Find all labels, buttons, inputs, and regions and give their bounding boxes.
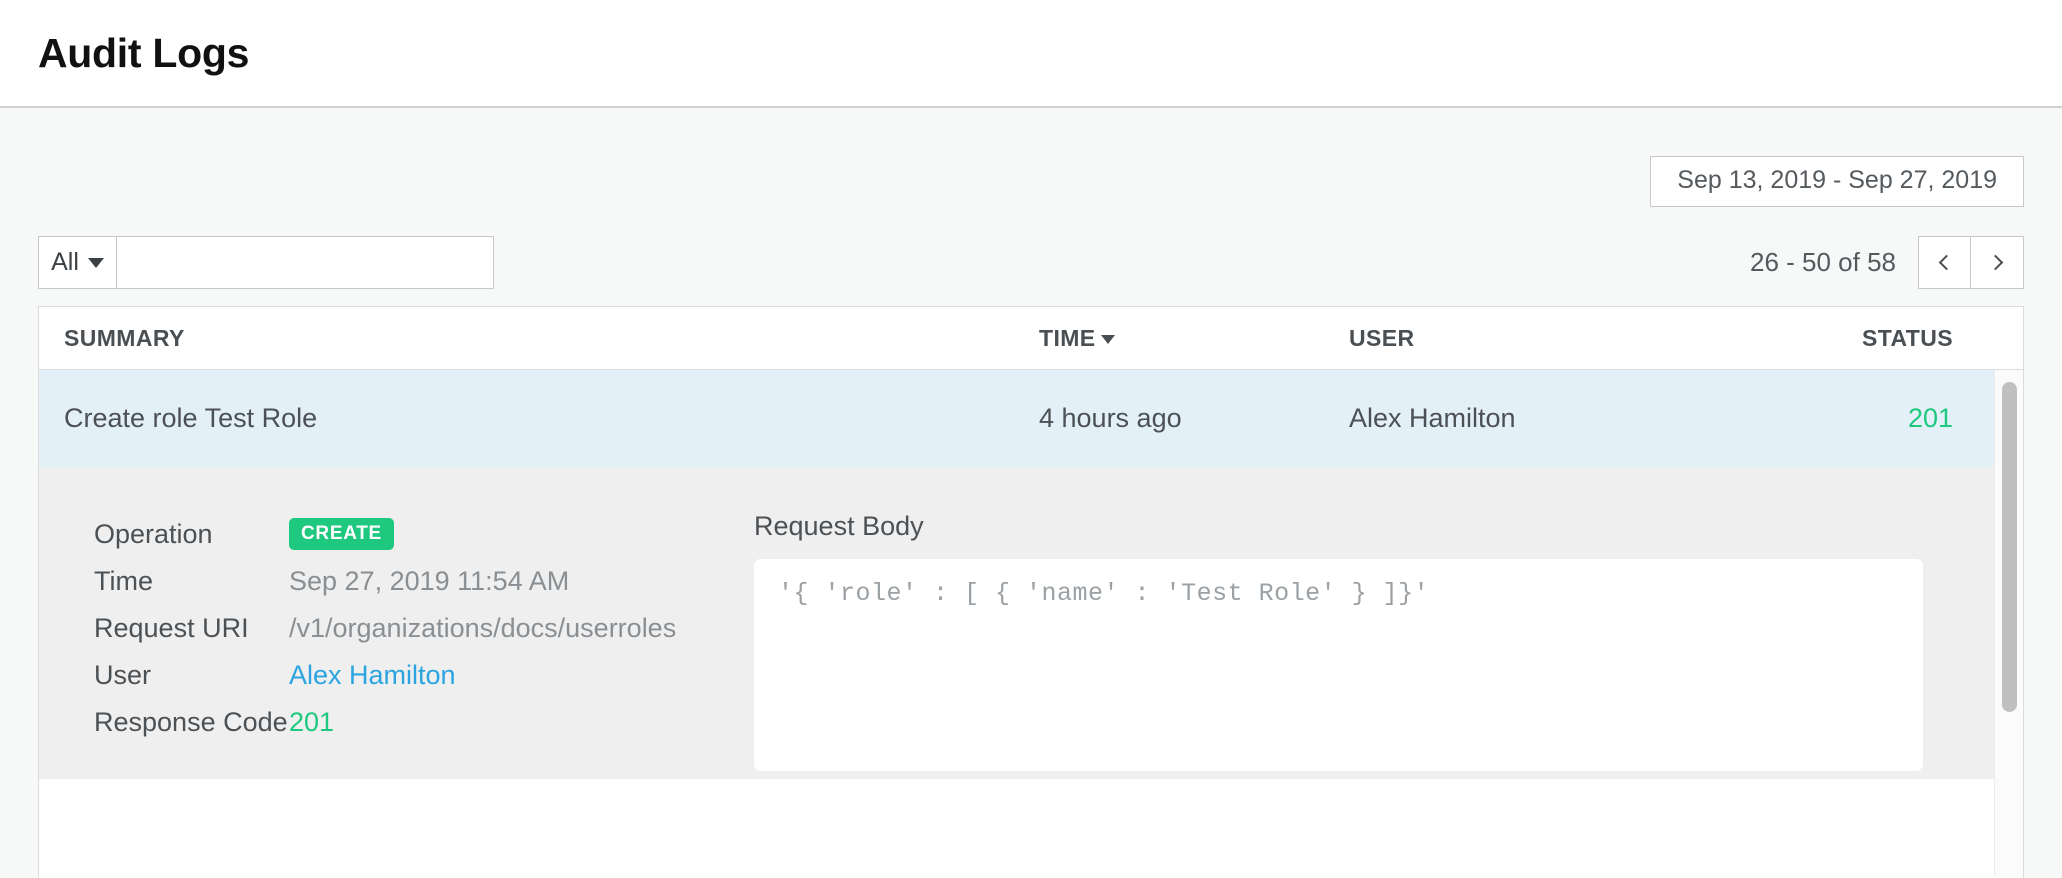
- request-body-label: Request Body: [754, 511, 1923, 542]
- detail-field-request-uri: Request URI /v1/organizations/docs/userr…: [94, 605, 754, 651]
- detail-value-request-uri: /v1/organizations/docs/userroles: [289, 613, 676, 644]
- detail-value-response-code: 201: [289, 707, 334, 738]
- table-row[interactable]: Create role Test Role 4 hours ago Alex H…: [39, 370, 2023, 467]
- row-status: 201: [1649, 403, 2023, 434]
- date-range-picker[interactable]: Sep 13, 2019 - Sep 27, 2019: [1650, 156, 2024, 207]
- page-title: Audit Logs: [38, 30, 249, 77]
- column-header-time[interactable]: TIME: [1039, 325, 1349, 352]
- pagination-range-label: 26 - 50 of 58: [1750, 247, 1896, 278]
- request-body-content: '{ 'role' : [ { 'name' : 'Test Role' } ]…: [754, 559, 1923, 771]
- detail-field-response-code: Response Code 201: [94, 699, 754, 745]
- detail-value-user-link[interactable]: Alex Hamilton: [289, 660, 456, 691]
- table-scrollbar-thumb[interactable]: [2002, 382, 2017, 712]
- chevron-left-icon: [1939, 255, 1955, 271]
- detail-fields: Operation CREATE Time Sep 27, 2019 11:54…: [39, 511, 754, 735]
- row-user: Alex Hamilton: [1349, 403, 1649, 434]
- table-header-row: SUMMARY TIME USER STATUS: [39, 307, 2023, 370]
- operation-badge: CREATE: [289, 518, 394, 550]
- table-scrollbar-track[interactable]: [1994, 370, 2023, 877]
- detail-label-user: User: [94, 660, 289, 691]
- row-detail-panel: Operation CREATE Time Sep 27, 2019 11:54…: [39, 467, 2023, 779]
- date-range-container: Sep 13, 2019 - Sep 27, 2019: [1650, 156, 2024, 207]
- next-page-button[interactable]: [1971, 236, 2024, 289]
- search-input[interactable]: [117, 236, 494, 289]
- previous-page-button[interactable]: [1918, 236, 1971, 289]
- pagination-buttons: [1918, 236, 2024, 289]
- column-header-time-label: TIME: [1039, 325, 1096, 352]
- detail-label-operation: Operation: [94, 519, 289, 550]
- detail-label-response-code: Response Code: [94, 707, 289, 738]
- detail-field-time: Time Sep 27, 2019 11:54 AM: [94, 558, 754, 604]
- column-header-summary[interactable]: SUMMARY: [64, 325, 1039, 352]
- page-body: Sep 13, 2019 - Sep 27, 2019 All 26 - 50 …: [0, 108, 2062, 878]
- detail-field-operation: Operation CREATE: [94, 511, 754, 557]
- detail-label-request-uri: Request URI: [94, 613, 289, 644]
- page-header: Audit Logs: [0, 0, 2062, 108]
- caret-down-icon: [88, 258, 104, 268]
- request-body-section: Request Body '{ 'role' : [ { 'name' : 'T…: [754, 511, 2023, 735]
- column-header-status[interactable]: STATUS: [1649, 325, 2023, 352]
- detail-label-time: Time: [94, 566, 289, 597]
- row-time: 4 hours ago: [1039, 403, 1349, 434]
- pagination: 26 - 50 of 58: [1750, 236, 2024, 289]
- detail-value-time: Sep 27, 2019 11:54 AM: [289, 566, 569, 597]
- filter-dropdown-label: All: [51, 248, 79, 277]
- audit-logs-table: SUMMARY TIME USER STATUS Create role Tes…: [38, 306, 2024, 878]
- sort-descending-icon: [1101, 335, 1115, 344]
- detail-field-user: User Alex Hamilton: [94, 652, 754, 698]
- table-scroll-area: Create role Test Role 4 hours ago Alex H…: [39, 370, 2023, 877]
- detail-value-operation: CREATE: [289, 518, 394, 550]
- chevron-right-icon: [1987, 255, 2003, 271]
- row-summary: Create role Test Role: [64, 403, 1039, 434]
- filter-search-group: All: [38, 236, 494, 289]
- filter-dropdown[interactable]: All: [38, 236, 117, 289]
- column-header-user[interactable]: USER: [1349, 325, 1649, 352]
